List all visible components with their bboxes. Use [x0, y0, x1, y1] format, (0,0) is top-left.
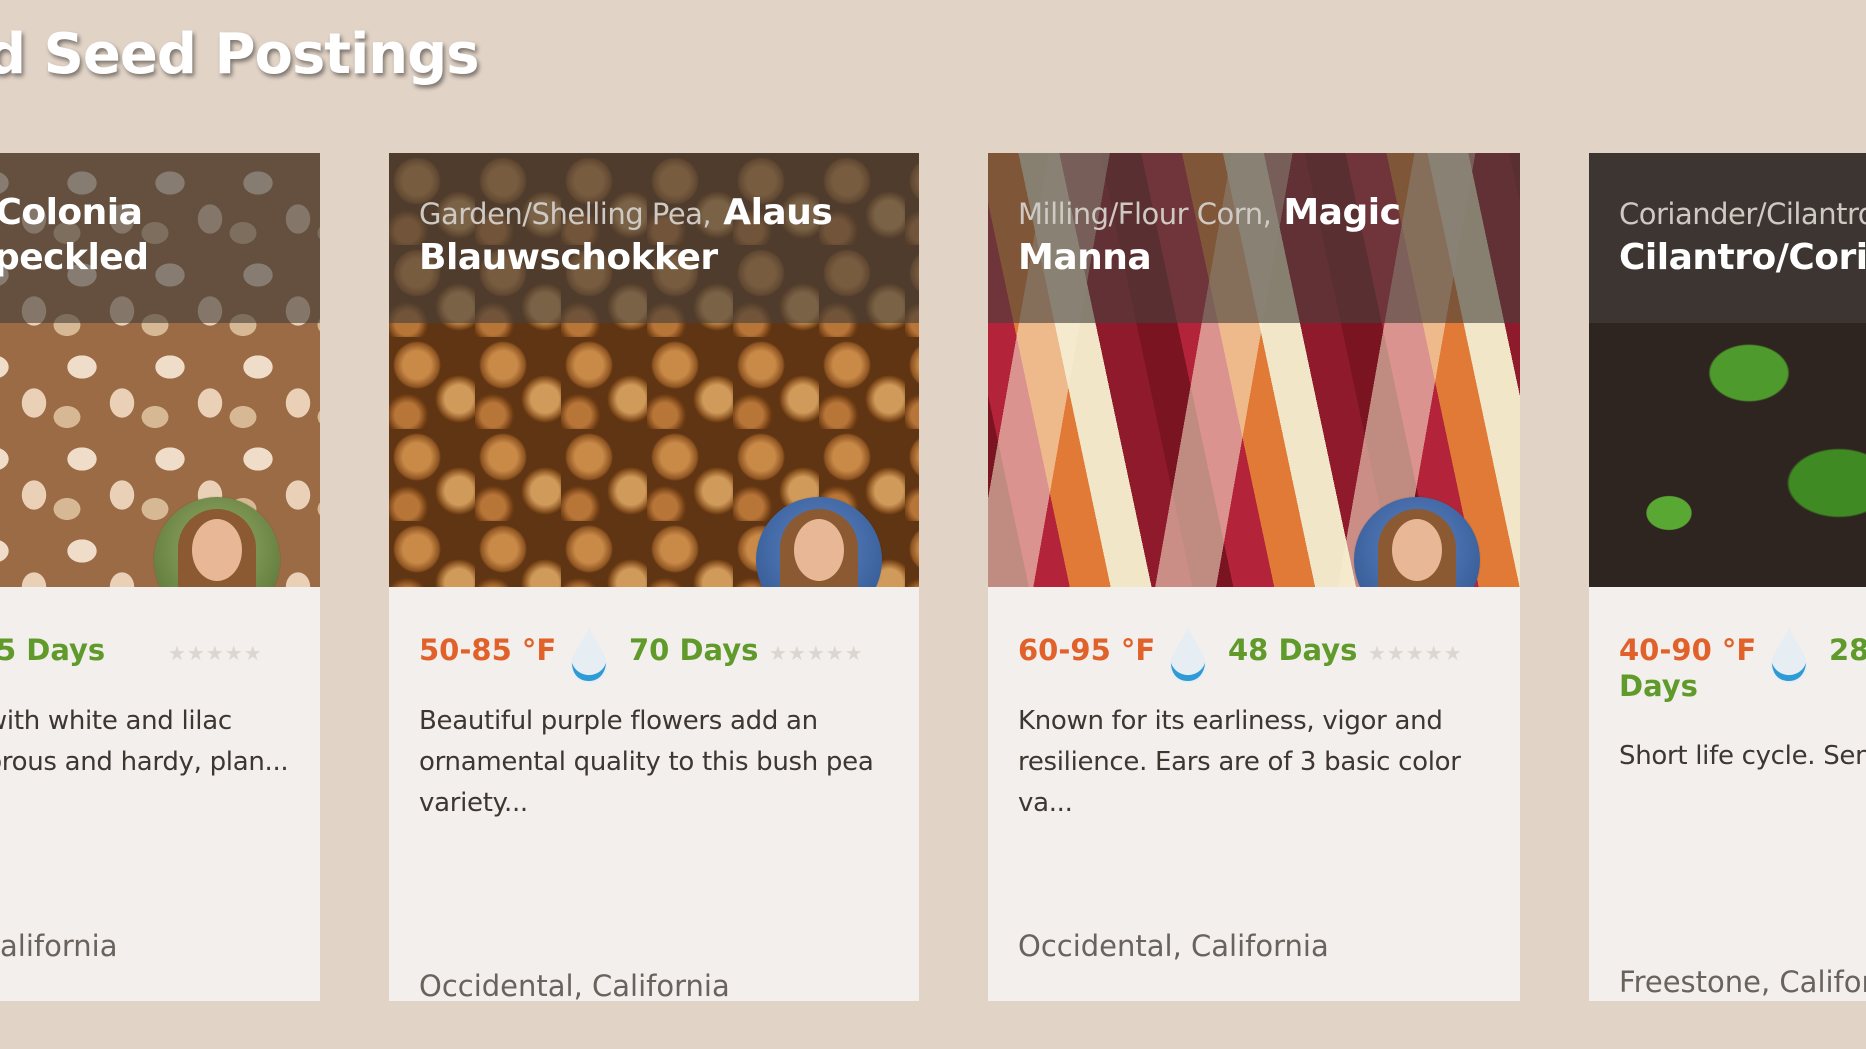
star-rating-icon[interactable]: ★★★★★	[1368, 641, 1463, 665]
card-description: Known for its earliness, vigor and resil…	[1018, 706, 1461, 818]
card-title-line1: Garden/Shelling Pea, Alaus	[419, 191, 919, 236]
card-meta-row: 5 Days ★★★★★	[0, 619, 300, 689]
seed-photo[interactable]: Garden/Shelling Pea, Alaus Blauwschokker	[389, 153, 919, 587]
card-title-band: Milling/Flour Corn, Magic Manna	[988, 153, 1520, 323]
seed-card-colonia[interactable]: , Colonia peckled 5 Days ★★★★★ , with wh…	[0, 153, 320, 1001]
card-category: Milling/Flour Corn,	[1018, 197, 1272, 231]
card-title-line2[interactable]: Blauwschokker	[419, 236, 919, 280]
avatar-face	[1392, 519, 1442, 581]
card-title-line2[interactable]: Cilantro/Corian	[1619, 236, 1866, 280]
card-category: Coriander/Cilantro	[1619, 197, 1866, 231]
days-to-maturity: 28	[1829, 633, 1866, 667]
card-title-line2[interactable]: peckled	[0, 236, 320, 280]
card-location: Occidental, California	[1018, 929, 1329, 963]
seed-photo[interactable]: , Colonia peckled	[0, 153, 320, 587]
temperature-range: 60-95 °F	[1018, 633, 1156, 667]
temperature-range: 40-90 °F	[1619, 633, 1757, 667]
card-category: Garden/Shelling Pea,	[419, 197, 712, 231]
water-drop-icon	[1771, 627, 1807, 683]
card-meta-row: 50-85 °F 70 Days ★★★★★	[419, 619, 899, 689]
star-rating-icon[interactable]: ★★★★★	[168, 641, 263, 665]
seed-photo[interactable]: Coriander/Cilantro Cilantro/Corian	[1589, 153, 1866, 587]
card-title-line1: Milling/Flour Corn, Magic	[1018, 191, 1520, 236]
days-to-maturity-unit: Days	[1619, 669, 1698, 703]
card-description: Beautiful purple flowers add an ornament…	[419, 706, 874, 818]
days-to-maturity: 48 Days	[1228, 633, 1358, 667]
card-meta-row: 40-90 °F 28 Days	[1619, 619, 1866, 703]
star-rating-icon[interactable]: ★★★★★	[769, 641, 864, 665]
card-location: Occidental, California	[419, 969, 730, 1001]
section-title: d Seed Postings	[0, 22, 480, 87]
card-meta-row: 60-95 °F 48 Days ★★★★★	[1018, 619, 1500, 689]
seed-card-alaus-blauwschokker[interactable]: Garden/Shelling Pea, Alaus Blauwschokker…	[389, 153, 919, 1001]
card-location: alifornia	[0, 929, 118, 963]
card-title-band: Garden/Shelling Pea, Alaus Blauwschokker	[389, 153, 919, 323]
seed-photo[interactable]: Milling/Flour Corn, Magic Manna	[988, 153, 1520, 587]
seed-postings-page: d Seed Postings , Colonia peckled 5 Days…	[0, 0, 1866, 1049]
seed-card-cilantro[interactable]: Coriander/Cilantro Cilantro/Corian 40-90…	[1589, 153, 1866, 1001]
card-location: Freestone, Californ	[1619, 965, 1866, 999]
card-variety-name[interactable]: Colonia	[0, 192, 143, 233]
water-drop-icon	[571, 627, 607, 683]
temperature-range: 50-85 °F	[419, 633, 557, 667]
card-variety-name[interactable]: Magic	[1283, 192, 1401, 233]
seed-card-magic-manna[interactable]: Milling/Flour Corn, Magic Manna 60-95 °F…	[988, 153, 1520, 1001]
avatar-face	[192, 519, 242, 581]
card-title-line1: , Colonia	[0, 191, 320, 236]
card-title-band: , Colonia peckled	[0, 153, 320, 323]
card-title-line1: Coriander/Cilantro	[1619, 191, 1866, 236]
card-title-line2[interactable]: Manna	[1018, 236, 1520, 280]
card-title-band: Coriander/Cilantro Cilantro/Corian	[1589, 153, 1866, 323]
card-description: Short life cycle. Sensi cold.	[1619, 741, 1866, 771]
days-to-maturity: 70 Days	[629, 633, 759, 667]
avatar-face	[794, 519, 844, 581]
card-variety-name[interactable]: Alaus	[723, 192, 833, 233]
water-drop-icon	[1170, 627, 1206, 683]
card-description: , with white and lilac gorous and hardy,…	[0, 706, 289, 777]
days-to-maturity: 5 Days	[0, 633, 106, 667]
